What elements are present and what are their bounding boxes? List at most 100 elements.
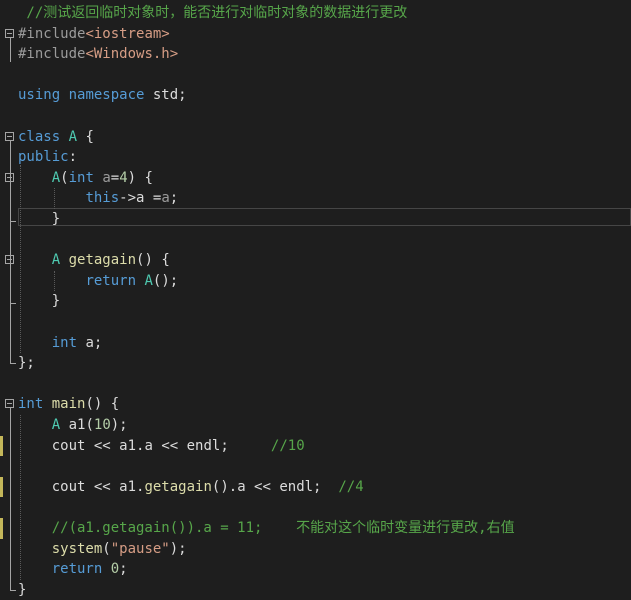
code-line[interactable]: using namespace std; xyxy=(0,85,631,105)
indent-guide xyxy=(54,270,56,292)
code-token: (). xyxy=(211,478,238,495)
gutter xyxy=(0,333,18,353)
code-line[interactable]: system("pause"); xyxy=(0,539,631,559)
gutter xyxy=(0,85,18,105)
code-text: using namespace std; xyxy=(18,85,187,105)
gutter xyxy=(0,312,18,332)
code-editor[interactable]: //测试返回临时对象时，能否进行对临时对象的数据进行更改 #include<ios… xyxy=(0,0,631,600)
code-token: }; xyxy=(18,355,35,372)
code-line[interactable]: A a1(10); xyxy=(0,415,631,435)
code-token: int xyxy=(18,396,44,413)
code-token: getagain xyxy=(68,252,137,269)
code-text: class A { xyxy=(18,127,94,147)
code-line[interactable]: //(a1.getagain()).a = 11; 不能对这个临时变量进行更改,… xyxy=(0,518,631,538)
code-token: } xyxy=(18,581,27,598)
fold-line xyxy=(10,140,11,364)
code-token: cout << xyxy=(18,478,120,495)
code-token: ); xyxy=(110,417,128,433)
code-token: a xyxy=(85,334,94,351)
code-token: = xyxy=(110,169,120,186)
code-token: <Windows.h> xyxy=(85,46,179,63)
code-token: //10 xyxy=(270,437,305,454)
code-token: a xyxy=(237,478,246,495)
fold-end xyxy=(10,303,16,305)
code-token: ( xyxy=(60,169,69,186)
code-token: public xyxy=(18,149,69,166)
collapse-icon[interactable] xyxy=(5,399,14,409)
fold-end xyxy=(10,363,16,365)
code-line[interactable]: #include<iostream> xyxy=(0,24,631,44)
code-token: ( xyxy=(85,417,94,433)
code-text: A getagain() { xyxy=(18,250,170,270)
code-token: } xyxy=(18,293,61,310)
change-marker xyxy=(0,435,3,457)
code-line[interactable] xyxy=(0,374,631,394)
code-line[interactable] xyxy=(0,312,631,332)
gutter xyxy=(0,106,18,126)
code-token: -> xyxy=(119,190,137,207)
code-text: A(int a=4) { xyxy=(18,168,153,188)
code-line[interactable]: } xyxy=(0,580,631,600)
fold-end xyxy=(10,221,16,222)
code-line[interactable]: A getagain() { xyxy=(0,250,631,270)
code-token: { xyxy=(77,128,94,145)
code-text: } xyxy=(18,291,60,311)
code-line[interactable]: } xyxy=(0,209,631,229)
code-line[interactable]: cout << a1.a << endl; //10 xyxy=(0,436,631,456)
code-line[interactable] xyxy=(0,65,631,85)
code-token: #include xyxy=(18,25,86,42)
code-text: cout << a1.getagain().a << endl; //4 xyxy=(18,477,364,497)
code-token: a1 xyxy=(119,437,137,454)
code-line[interactable] xyxy=(0,456,631,476)
gutter xyxy=(0,3,18,23)
code-line[interactable]: //测试返回临时对象时，能否进行对临时对象的数据进行更改 xyxy=(0,3,631,23)
code-token: 0 xyxy=(110,561,120,578)
code-token: a1 xyxy=(119,478,137,495)
code-line[interactable] xyxy=(0,106,631,126)
collapse-icon[interactable] xyxy=(5,28,14,38)
code-token: 4 xyxy=(119,169,128,186)
code-line[interactable]: int main() { xyxy=(0,394,631,414)
code-line[interactable]: A(int a=4) { xyxy=(0,168,631,188)
code-token: = xyxy=(144,190,162,207)
code-text: } xyxy=(18,209,60,229)
code-line[interactable]: return A(); xyxy=(0,271,631,291)
code-line[interactable]: this->a =a; xyxy=(0,188,631,208)
code-line[interactable]: int a; xyxy=(0,333,631,353)
collapse-icon[interactable] xyxy=(5,131,14,141)
code-text: #include<iostream> xyxy=(18,24,170,44)
change-marker xyxy=(0,518,3,539)
code-text: A a1(10); xyxy=(18,415,128,435)
code-text: return A(); xyxy=(18,271,178,291)
code-token: : xyxy=(68,149,78,166)
code-token: a xyxy=(102,169,111,186)
code-line[interactable] xyxy=(0,230,631,250)
code-line[interactable]: } xyxy=(0,291,631,311)
code-token: (); xyxy=(152,272,179,289)
code-token: system xyxy=(51,540,103,557)
code-token: a xyxy=(144,437,153,454)
code-token: cout << xyxy=(18,437,120,454)
code-line[interactable]: public: xyxy=(0,147,631,167)
gutter xyxy=(0,415,18,435)
code-line[interactable]: cout << a1.getagain().a << endl; //4 xyxy=(0,477,631,497)
gutter xyxy=(0,539,18,559)
code-token: A xyxy=(51,169,61,186)
gutter xyxy=(0,559,18,579)
code-line[interactable]: class A { xyxy=(0,127,631,147)
code-token: using xyxy=(18,87,61,104)
gutter xyxy=(0,456,18,476)
code-line[interactable]: return 0; xyxy=(0,559,631,579)
code-token: ; xyxy=(169,190,179,207)
code-line[interactable]: #include<Windows.h> xyxy=(0,44,631,64)
code-token: 10 xyxy=(93,417,111,433)
code-line[interactable] xyxy=(0,497,631,517)
code-token: //测试返回临时对象时，能否进行对临时对象的数据进行更改 xyxy=(18,5,408,21)
code-line[interactable]: }; xyxy=(0,353,631,373)
indent-guide xyxy=(20,415,22,580)
